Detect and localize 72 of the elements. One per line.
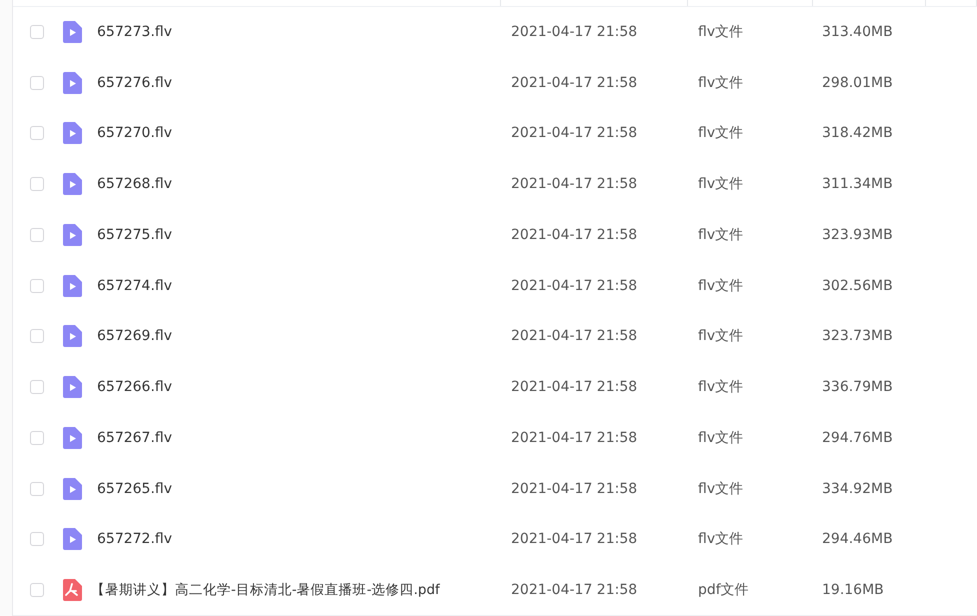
video-file-icon	[62, 72, 82, 94]
modified-date: 2021-04-17 21:58	[511, 328, 638, 344]
file-type: flv文件	[698, 125, 744, 142]
video-file-icon	[62, 173, 82, 196]
file-size: 334.92MB	[822, 480, 893, 497]
file-size: 294.46MB	[822, 531, 893, 548]
file-type: flv文件	[698, 24, 744, 40]
video-file-icon	[62, 20, 82, 43]
file-name[interactable]: 657267.flv	[97, 430, 172, 446]
checkbox[interactable]	[30, 76, 44, 90]
file-size: 336.79MB	[822, 379, 893, 396]
checkbox[interactable]	[30, 380, 44, 394]
modified-date: 2021-04-17 21:58	[511, 226, 638, 243]
file-name[interactable]: 657274.flv	[97, 278, 172, 294]
pdf-file-icon	[62, 579, 82, 602]
checkbox[interactable]	[30, 482, 44, 496]
checkbox[interactable]	[30, 24, 44, 39]
file-size: 311.34MB	[822, 176, 893, 192]
file-size: 19.16MB	[822, 582, 884, 598]
file-type: flv文件	[698, 176, 744, 192]
checkbox[interactable]	[30, 228, 44, 242]
modified-date: 2021-04-17 21:58	[511, 74, 638, 91]
file-type: pdf文件	[698, 582, 749, 598]
modified-date: 2021-04-17 21:58	[511, 125, 638, 142]
file-size: 313.40MB	[822, 24, 893, 40]
video-file-icon	[62, 376, 82, 398]
checkbox[interactable]	[30, 329, 44, 344]
file-name[interactable]: 657272.flv	[97, 531, 172, 548]
video-file-icon	[62, 325, 82, 348]
file-name[interactable]: 657270.flv	[97, 125, 172, 142]
file-type: flv文件	[698, 328, 744, 344]
modified-date: 2021-04-17 21:58	[511, 480, 638, 497]
file-type: flv文件	[698, 480, 744, 497]
modified-date: 2021-04-17 21:58	[511, 430, 638, 446]
video-file-icon	[62, 274, 82, 297]
video-file-icon	[62, 478, 82, 500]
checkbox[interactable]	[30, 126, 44, 140]
modified-date: 2021-04-17 21:58	[511, 278, 638, 294]
file-type: flv文件	[698, 531, 744, 548]
file-name[interactable]: 【暑期讲义】高二化学-目标清北-暑假直播班-选修四.pdf	[91, 581, 440, 600]
checkbox[interactable]	[30, 177, 44, 192]
checkbox[interactable]	[30, 430, 44, 445]
modified-date: 2021-04-17 21:58	[511, 582, 638, 598]
file-type: flv文件	[698, 226, 744, 243]
file-size: 302.56MB	[822, 278, 893, 294]
file-size: 298.01MB	[822, 74, 893, 91]
file-name[interactable]: 657276.flv	[97, 74, 172, 91]
video-file-icon	[62, 224, 82, 246]
file-size: 318.42MB	[822, 125, 893, 142]
file-name[interactable]: 657266.flv	[97, 379, 172, 396]
file-type: flv文件	[698, 278, 744, 294]
file-name[interactable]: 657268.flv	[97, 176, 172, 192]
file-type: flv文件	[698, 74, 744, 91]
file-name[interactable]: 657273.flv	[97, 24, 172, 40]
modified-date: 2021-04-17 21:58	[511, 176, 638, 192]
file-size: 294.76MB	[822, 430, 893, 446]
video-file-icon	[62, 528, 82, 550]
video-file-icon	[62, 426, 82, 449]
modified-date: 2021-04-17 21:58	[511, 379, 638, 396]
checkbox[interactable]	[30, 278, 44, 293]
file-name[interactable]: 657265.flv	[97, 480, 172, 497]
modified-date: 2021-04-17 21:58	[511, 531, 638, 548]
checkbox[interactable]	[30, 583, 44, 598]
file-name[interactable]: 657275.flv	[97, 226, 172, 243]
video-file-icon	[62, 122, 82, 144]
file-type: flv文件	[698, 430, 744, 446]
file-size: 323.73MB	[822, 328, 893, 344]
file-name[interactable]: 657269.flv	[97, 328, 172, 344]
file-size: 323.93MB	[822, 226, 893, 243]
modified-date: 2021-04-17 21:58	[511, 24, 638, 40]
file-type: flv文件	[698, 379, 744, 396]
checkbox[interactable]	[30, 532, 44, 546]
